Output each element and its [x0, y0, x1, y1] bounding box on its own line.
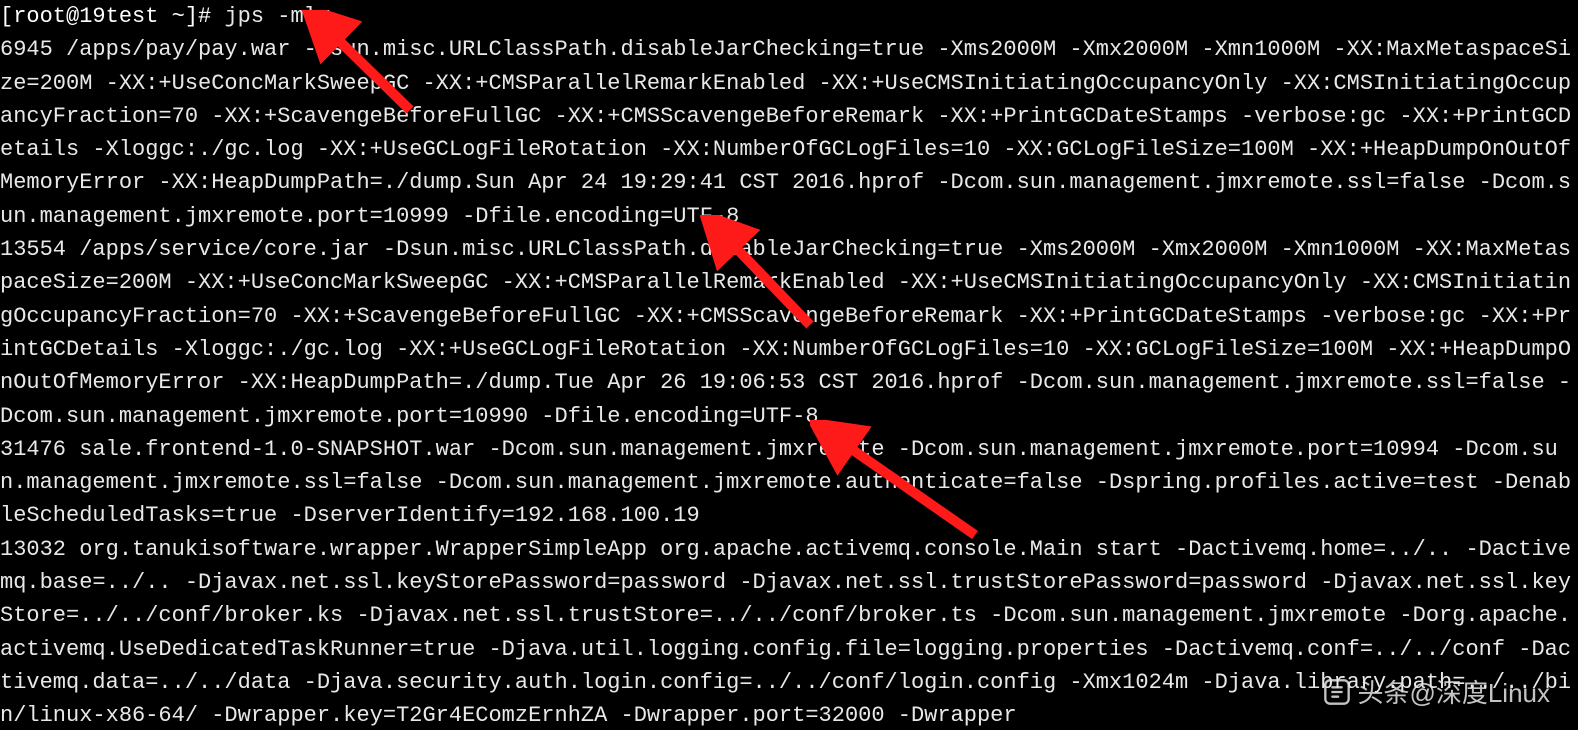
toutiao-icon [1323, 678, 1351, 706]
terminal-output: [root@19test ~]# jps -mlv 6945 /apps/pay… [0, 0, 1578, 730]
watermark: 头条@深度Linux [1323, 673, 1550, 710]
watermark-text: 头条@深度Linux [1357, 673, 1550, 710]
shell-command: jps -mlv [224, 4, 330, 29]
shell-prompt: [root@19test ~]# [0, 4, 224, 29]
command-output: 6945 /apps/pay/pay.war -Dsun.misc.URLCla… [0, 37, 1571, 728]
